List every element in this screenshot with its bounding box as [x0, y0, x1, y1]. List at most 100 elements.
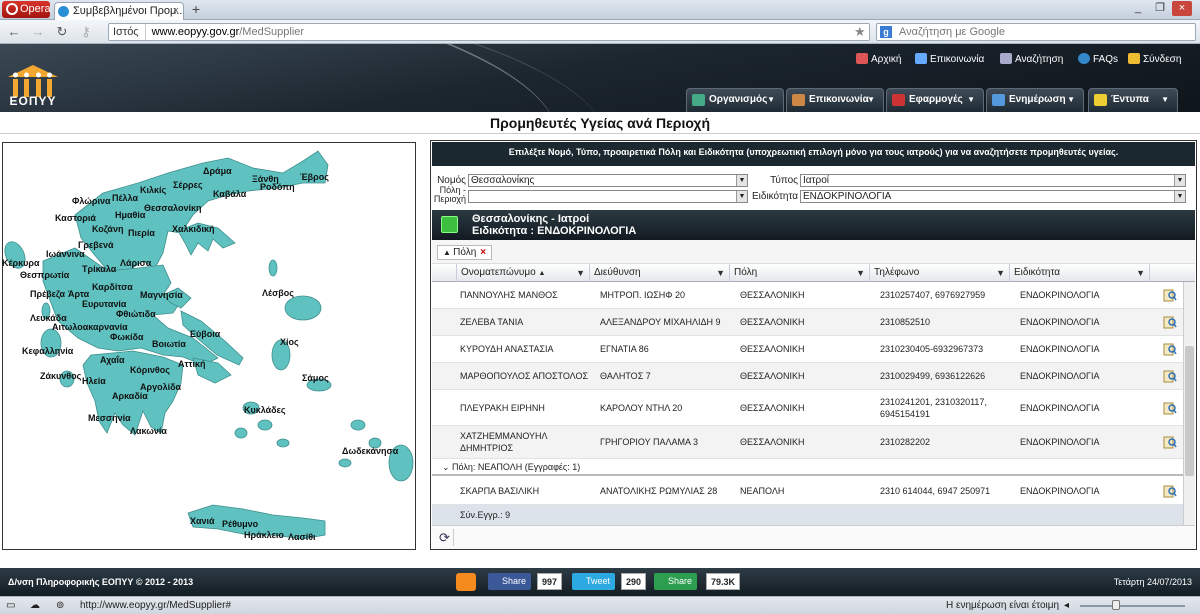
table-row[interactable]: ΠΛΕΥΡΑΚΗ ΕΙΡΗΝΗ ΚΑΡΟΛΟΥ ΝΤΗΛ 20 ΘΕΣΣΑΛΟΝΙΚ…: [432, 390, 1183, 426]
search-input[interactable]: g Αναζήτηση με Google: [876, 23, 1196, 41]
bookmark-star-icon[interactable]: ★: [854, 24, 866, 40]
table-row[interactable]: ΜΑΡΘΟΠΟΥΛΟΣ ΑΠΟΣΤΟΛΟΣ ΘΑΛΗΤΟΣ 7 ΘΕΣΣΑΛΟΝΙΚ…: [432, 363, 1183, 390]
map-label[interactable]: Φωκίδα: [110, 332, 144, 342]
view-details-icon[interactable]: [1163, 484, 1177, 498]
map-label[interactable]: Πρέβεζα: [30, 289, 65, 299]
map-label[interactable]: Φθιώτιδα: [116, 309, 156, 319]
map-label[interactable]: Λασίθι: [288, 532, 316, 542]
chevron-down-icon[interactable]: ▼: [1174, 191, 1185, 202]
close-tab-icon[interactable]: ×: [173, 3, 179, 19]
map-label[interactable]: Καστοριά: [55, 213, 96, 223]
home-link[interactable]: Αρχική: [856, 53, 901, 65]
contact-link[interactable]: Επικοινωνία: [915, 53, 984, 65]
faqs-link[interactable]: FAQs: [1078, 53, 1118, 65]
group-header-neapoli[interactable]: ⌄ Πόλη: ΝΕΑΠΟΛΗ (Εγγραφές: 1): [432, 458, 1183, 476]
menu-applications[interactable]: Εφαρμογές ▼: [886, 88, 984, 112]
map-label[interactable]: Ηλεία: [82, 376, 106, 386]
city-select[interactable]: ▼: [468, 190, 748, 203]
site-info-label[interactable]: Ιστός: [113, 24, 146, 40]
map-label[interactable]: Ζάκυνθος: [40, 371, 81, 381]
map-label[interactable]: Έβρος: [300, 172, 329, 182]
table-row[interactable]: ΖΕΛΕΒΑ ΤΑΝΙΑ ΑΛΕΞΑΝΔΡΟΥ ΜΙΧΑΗΛΙΔΗ 9 ΘΕΣΣΑΛ…: [432, 309, 1183, 336]
facebook-share-button[interactable]: Share: [488, 573, 532, 590]
map-label[interactable]: Αττική: [178, 359, 206, 369]
map-label[interactable]: Μαγνησία: [140, 290, 183, 300]
column-header-address[interactable]: Διεύθυνση ▼: [590, 264, 730, 282]
zoom-slider-thumb[interactable]: [1112, 600, 1120, 610]
login-link[interactable]: Σύνδεση: [1128, 53, 1181, 65]
map-label[interactable]: Χαλκιδική: [172, 224, 215, 234]
map-label[interactable]: Αιτωλοακαρνανία: [52, 322, 128, 332]
menu-forms[interactable]: Έντυπα ▼: [1088, 88, 1178, 112]
map-label[interactable]: Λάρισα: [120, 258, 151, 268]
map-label[interactable]: Καρδίτσα: [92, 282, 133, 292]
map-label[interactable]: Θεσσαλονίκη: [144, 203, 202, 213]
map-label[interactable]: Μεσσηνία: [88, 413, 131, 423]
group-by-city-tag[interactable]: ▲ Πόλη ×: [437, 245, 493, 260]
type-select[interactable]: Ιατροί ▼: [800, 174, 1186, 187]
column-header-name[interactable]: Ονοματεπώνυμο ▲ ▼: [457, 264, 590, 282]
cloud-icon[interactable]: ☁: [30, 597, 40, 614]
map-label[interactable]: Λέσβος: [262, 288, 294, 298]
menu-contact[interactable]: Επικοινωνία ▼: [786, 88, 884, 112]
browser-tab[interactable]: Συμβεβλημένοι Προμ... ×: [54, 2, 184, 20]
close-window-button[interactable]: ×: [1172, 1, 1192, 16]
minimize-window-button[interactable]: _: [1128, 1, 1148, 16]
filter-icon[interactable]: ▼: [716, 264, 725, 282]
table-row[interactable]: ΚΥΡΟΥΔΗ ΑΝΑΣΤΑΣΙΑ ΕΓΝΑΤΙΑ 86 ΘΕΣΣΑΛΟΝΙΚΗ 23…: [432, 336, 1183, 363]
map-label[interactable]: Σέρρες: [173, 180, 203, 190]
view-details-icon[interactable]: [1163, 369, 1177, 383]
chevron-down-icon[interactable]: ▼: [736, 191, 747, 202]
generic-share-button[interactable]: Share: [654, 573, 698, 590]
table-row[interactable]: ΧΑΤΖΗΕΜΜΑΝΟΥΗΛ ΔΗΜΗΤΡΙΟΣ ΓΡΗΓΟΡΙΟΥ ΠΑΛΑΜΑ…: [432, 426, 1183, 459]
map-label[interactable]: Δράμα: [203, 166, 232, 176]
reload-icon[interactable]: ↻: [54, 24, 70, 40]
map-label[interactable]: Βοιωτία: [152, 339, 186, 349]
remove-group-icon[interactable]: ×: [480, 247, 486, 258]
filter-icon[interactable]: ▼: [996, 264, 1005, 282]
refresh-icon[interactable]: ⟳: [436, 529, 454, 546]
map-label[interactable]: Χανιά: [190, 516, 215, 526]
map-label[interactable]: Κόρινθος: [130, 365, 170, 375]
view-details-icon[interactable]: [1163, 288, 1177, 302]
view-details-icon[interactable]: [1163, 315, 1177, 329]
specialty-select[interactable]: ΕΝΔΟΚΡΙΝΟΛΟΓΙΑ ▼: [800, 190, 1186, 203]
filter-icon[interactable]: ▼: [856, 264, 865, 282]
column-header-phone[interactable]: Τηλέφωνο ▼: [870, 264, 1010, 282]
chevron-down-icon[interactable]: ⌄: [442, 462, 452, 472]
map-label[interactable]: Θεσπρωτία: [20, 270, 69, 280]
map-label[interactable]: Αχαΐα: [100, 355, 125, 365]
menu-organization[interactable]: Οργανισμός ▼: [686, 88, 784, 112]
map-label[interactable]: Ηράκλειο: [244, 530, 284, 540]
map-label[interactable]: Πιερία: [128, 228, 155, 238]
map-label[interactable]: Λακωνία: [130, 426, 167, 436]
back-icon[interactable]: ←: [6, 24, 22, 40]
column-header-specialty[interactable]: Ειδικότητα ▼: [1010, 264, 1150, 282]
map-label[interactable]: Φλώρινα: [72, 196, 111, 206]
sort-up-icon[interactable]: ▲: [443, 248, 453, 257]
map-label[interactable]: Ρέθυμνο: [222, 519, 258, 529]
map-label[interactable]: Δωδεκάνησα: [342, 446, 398, 456]
map-label[interactable]: Κεφαλληνία: [22, 346, 73, 356]
map-label[interactable]: Κυκλάδες: [244, 405, 286, 415]
scrollbar-thumb[interactable]: [1185, 346, 1194, 476]
zoom-slider[interactable]: [1080, 605, 1185, 607]
table-row[interactable]: ΠΑΝΝΟΥΛΗΣ ΜΑΝΘΟΣ ΜΗΤΡΟΠ. ΙΩΣΗΦ 20 ΘΕΣΣΑΛΟΝ…: [432, 282, 1183, 309]
table-row[interactable]: ΣΚΑΡΠΑ ΒΑΣΙΛΙΚΗ ΑΝΑΤΟΛΙΚΗΣ ΡΩΜΥΛΙΑΣ 28 ΝΕΑ…: [432, 478, 1183, 505]
column-header-city[interactable]: Πόλη ▼: [730, 264, 870, 282]
maximize-window-button[interactable]: ❐: [1150, 1, 1170, 16]
view-details-icon[interactable]: [1163, 401, 1177, 415]
forward-icon[interactable]: →: [30, 24, 46, 40]
map-label[interactable]: Ιωάννινα: [46, 249, 85, 259]
map-label[interactable]: Σάμος: [302, 373, 329, 383]
prefecture-select[interactable]: Θεσσαλονίκης ▼: [468, 174, 748, 187]
map-label[interactable]: Κέρκυρα: [2, 258, 40, 268]
filter-icon[interactable]: ▼: [1136, 264, 1145, 282]
filter-icon[interactable]: ▼: [576, 264, 585, 282]
map-label[interactable]: Καβάλα: [213, 189, 246, 199]
map-label[interactable]: Τρίκαλα: [82, 264, 116, 274]
chevron-down-icon[interactable]: ▼: [736, 175, 747, 186]
key-icon[interactable]: ⚷: [78, 24, 94, 40]
map-label[interactable]: Πέλλα: [112, 193, 138, 203]
table-scrollbar[interactable]: [1183, 282, 1195, 525]
